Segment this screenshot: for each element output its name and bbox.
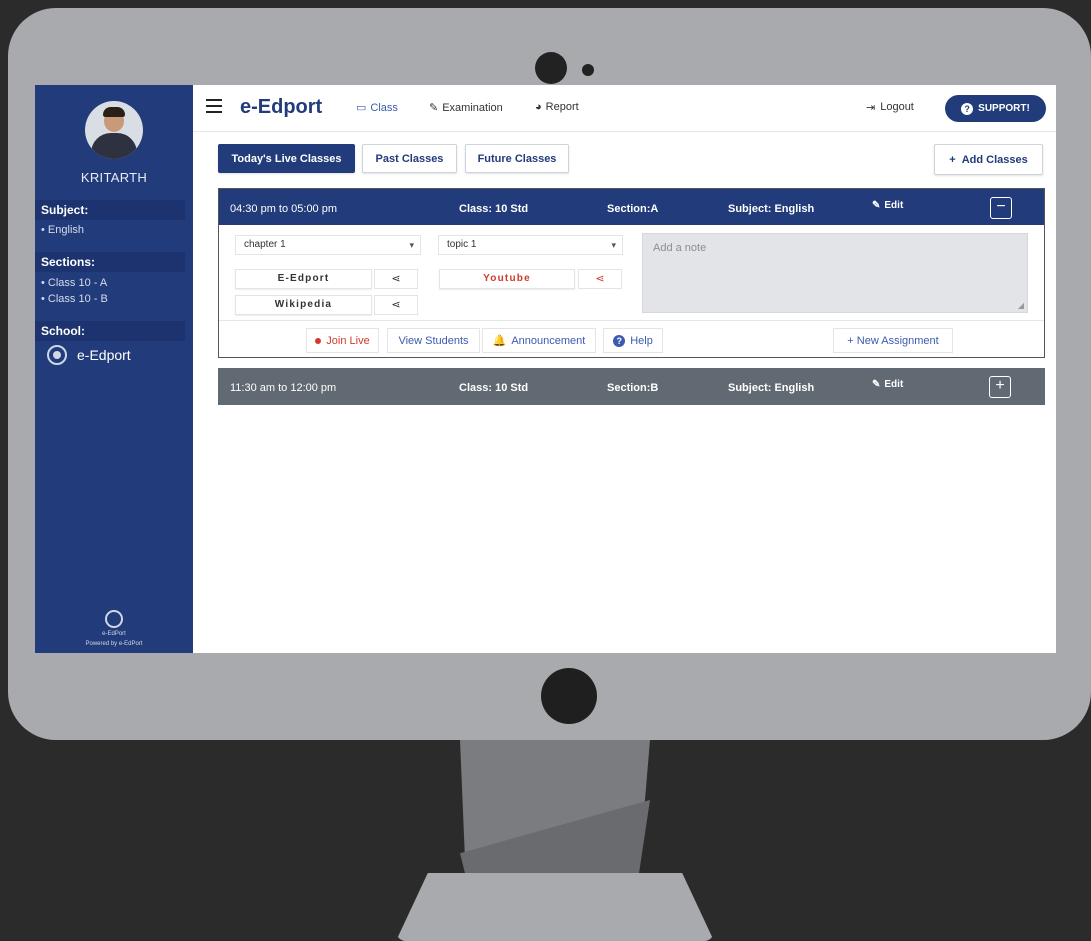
- tab-todays-live-classes[interactable]: Today's Live Classes: [218, 144, 355, 173]
- topic-select-value: topic 1: [447, 239, 477, 250]
- share-youtube-icon[interactable]: ⋖: [578, 269, 622, 289]
- nav-examination-label: Examination: [442, 101, 503, 114]
- add-classes-button[interactable]: + Add Classes: [934, 144, 1043, 175]
- chevron-down-icon: ▾: [409, 240, 414, 250]
- monitor-base: [396, 873, 714, 941]
- resource-eedport-button[interactable]: E-Edport: [235, 269, 372, 289]
- support-button[interactable]: ? SUPPORT!: [945, 95, 1046, 122]
- class-time: 11:30 am to 12:00 pm: [230, 382, 337, 394]
- new-assignment-button[interactable]: + New Assignment: [833, 328, 953, 353]
- class-card-header[interactable]: 04:30 pm to 05:00 pm Class: 10 Std Secti…: [219, 189, 1044, 225]
- monitor-icon: ▭: [356, 102, 367, 114]
- join-live-button[interactable]: Join Live: [306, 328, 379, 353]
- edit-icon: ✎: [429, 102, 439, 114]
- collapse-button[interactable]: −: [990, 197, 1012, 219]
- question-icon: ?: [961, 102, 974, 115]
- school-logo-icon: [47, 345, 67, 365]
- class-time: 04:30 pm to 05:00 pm: [230, 203, 338, 215]
- section-item-label: Class 10 - A: [47, 277, 108, 289]
- view-students-button[interactable]: View Students: [387, 328, 480, 353]
- edit-button[interactable]: ✎ Edit: [872, 200, 903, 211]
- edit-icon: ✎: [872, 379, 881, 390]
- section-item: • Class 10 - A: [41, 277, 108, 289]
- class-subject: Subject: English: [728, 382, 815, 394]
- class-card-expanded: 04:30 pm to 05:00 pm Class: 10 Std Secti…: [218, 188, 1045, 358]
- note-textarea[interactable]: Add a note ◢: [642, 233, 1028, 313]
- help-icon: ?: [613, 334, 626, 347]
- sections-heading: Sections:: [35, 252, 185, 272]
- add-classes-label: Add Classes: [961, 153, 1028, 166]
- camera-sensor: [582, 64, 594, 76]
- logout-icon: ⇥: [866, 102, 876, 114]
- logout-link[interactable]: ⇥ Logout: [866, 101, 914, 114]
- support-label: SUPPORT!: [978, 103, 1030, 114]
- class-std: Class: 10 Std: [459, 203, 529, 215]
- chevron-down-icon: ▾: [611, 240, 616, 250]
- user-name: KRITARTH: [80, 170, 148, 185]
- class-subject: Subject: English: [728, 203, 815, 215]
- chapter-select-value: chapter 1: [244, 239, 286, 250]
- help-button[interactable]: ? Help: [603, 328, 663, 353]
- nav-class[interactable]: ▭ Class: [356, 101, 398, 115]
- share-eedport-icon[interactable]: ⋖: [374, 269, 418, 289]
- footer-powered-by: Powered by e-EdPort: [85, 641, 143, 647]
- tab-past-classes[interactable]: Past Classes: [362, 144, 457, 173]
- school-name: e-Edport: [77, 347, 131, 363]
- section-item: • Class 10 - B: [41, 293, 108, 305]
- edit-button[interactable]: ✎ Edit: [872, 379, 903, 390]
- hamburger-menu-icon[interactable]: [206, 99, 222, 113]
- tab-future-classes[interactable]: Future Classes: [465, 144, 569, 173]
- announcement-label: Announcement: [511, 334, 586, 347]
- card-divider: [219, 320, 1044, 321]
- class-section: Section:B: [607, 382, 659, 394]
- resource-wikipedia-button[interactable]: Wikipedia: [235, 295, 372, 315]
- class-card-collapsed[interactable]: 11:30 am to 12:00 pm Class: 10 Std Secti…: [218, 368, 1045, 405]
- bell-icon: 🔔: [492, 335, 507, 347]
- share-wikipedia-icon[interactable]: ⋖: [374, 295, 418, 315]
- nav-report[interactable]: ◕ Report: [535, 101, 579, 113]
- plus-icon: +: [949, 153, 956, 166]
- class-std: Class: 10 Std: [459, 382, 529, 394]
- chapter-select[interactable]: chapter 1 ▾: [235, 235, 421, 255]
- help-label: Help: [630, 334, 653, 347]
- resource-youtube-button[interactable]: Youtube: [439, 269, 575, 289]
- brand-logo[interactable]: e-Edport: [240, 96, 322, 119]
- monitor-home-button: [541, 668, 597, 724]
- footer-brand: e-EdPort: [102, 631, 126, 637]
- subject-item-label: English: [47, 224, 84, 236]
- sidebar: KRITARTH Subject: • English Sections: • …: [35, 85, 193, 653]
- resize-grip-icon[interactable]: ◢: [1018, 301, 1024, 310]
- nav-examination[interactable]: ✎ Examination: [429, 101, 503, 115]
- topic-select[interactable]: topic 1 ▾: [438, 235, 623, 255]
- top-navbar: e-Edport ▭ Class ✎ Examination ◕ Report …: [193, 85, 1056, 132]
- logout-label: Logout: [880, 101, 914, 113]
- live-dot-icon: [315, 337, 322, 344]
- school-heading: School:: [35, 321, 185, 341]
- camera-lens: [535, 52, 567, 84]
- avatar: [85, 101, 143, 159]
- join-live-label: Join Live: [326, 334, 370, 347]
- school-row: e-Edport: [47, 345, 131, 365]
- subject-item: • English: [41, 224, 84, 236]
- note-placeholder: Add a note: [653, 242, 707, 254]
- edit-icon: ✎: [872, 200, 881, 211]
- class-section: Section:A: [607, 203, 659, 215]
- edit-label: Edit: [884, 379, 904, 390]
- nav-report-label: Report: [545, 101, 579, 113]
- section-item-label: Class 10 - B: [47, 293, 108, 305]
- subject-heading: Subject:: [35, 200, 185, 220]
- edit-label: Edit: [884, 200, 904, 211]
- announcement-button[interactable]: 🔔 Announcement: [482, 328, 596, 353]
- expand-button[interactable]: +: [989, 376, 1011, 398]
- app-screen: KRITARTH Subject: • English Sections: • …: [35, 85, 1056, 653]
- pie-chart-icon: ◕: [535, 101, 542, 113]
- footer-logo-icon: [105, 610, 123, 628]
- nav-class-label: Class: [370, 101, 398, 114]
